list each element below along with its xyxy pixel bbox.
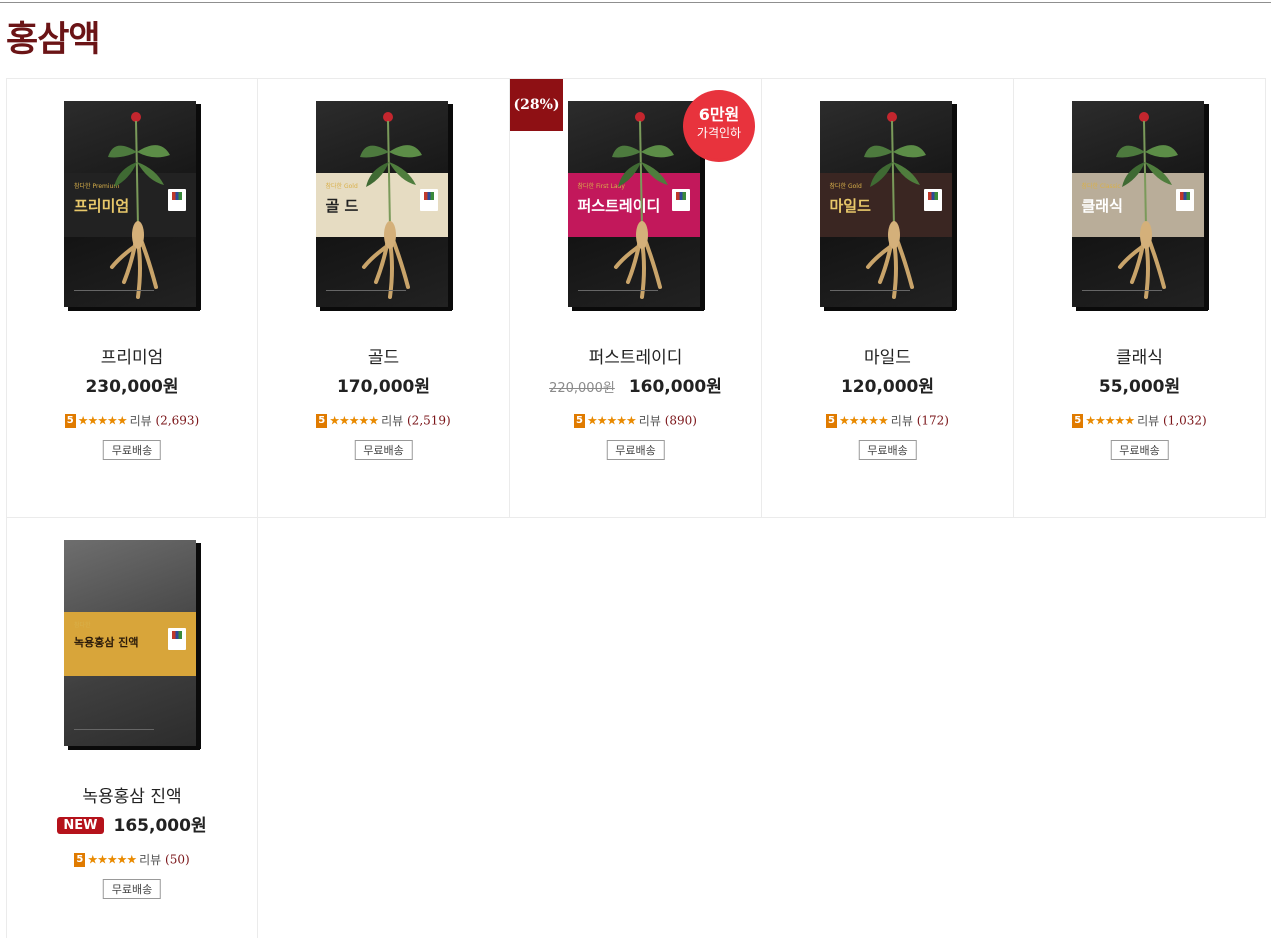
free-shipping-tag: 무료배송	[354, 440, 413, 460]
product-box-label: 녹용홍삼 진액	[74, 636, 139, 649]
review-count[interactable]: (2,519)	[407, 414, 451, 428]
star-rating-icon: ★★★★★	[329, 413, 379, 428]
rating-score-badge: 5	[1072, 413, 1084, 428]
free-shipping-tag: 무료배송	[858, 440, 917, 460]
product-image[interactable]: 참다한 Gold 마일드	[819, 101, 957, 311]
sale-price: 160,000원	[628, 377, 722, 397]
rating-score-badge: 5	[316, 413, 328, 428]
product-box: 참다한 First Lady 퍼스트레이디	[567, 101, 705, 310]
product-name[interactable]: 퍼스트레이디	[510, 343, 761, 368]
discount-tag: (28%)	[510, 79, 563, 131]
product-box-brand: 참다한 Gold	[325, 183, 358, 190]
product-name[interactable]: 녹용홍삼 진액	[7, 782, 257, 807]
price-cut-label: 가격인하	[696, 126, 742, 140]
sale-price: 230,000원	[85, 377, 179, 397]
brand-logo-icon	[1175, 189, 1194, 211]
rating-score-badge: 5	[64, 413, 76, 428]
brand-logo-icon	[419, 189, 438, 211]
star-rating-icon: ★★★★★	[587, 413, 637, 428]
product-box-footer	[74, 290, 154, 297]
product-box-brand: 참다한	[74, 622, 91, 629]
price-row: 230,000원	[7, 372, 257, 397]
rating-score-badge: 5	[826, 413, 837, 428]
product-card[interactable]: 참다한 Premium 프리미엄프리미엄 230,000원 5 ★★★★★ 리뷰 (2,6…	[6, 78, 258, 518]
sale-price: 165,000원	[113, 816, 207, 836]
review-count[interactable]: (172)	[917, 414, 949, 428]
product-box-footer	[577, 290, 658, 297]
brand-logo-icon	[168, 628, 186, 650]
rating-score-badge: 5	[74, 852, 86, 867]
review-count[interactable]: (2,693)	[156, 414, 200, 428]
original-price: 220,000원	[549, 381, 615, 396]
brand-logo-icon	[671, 189, 690, 211]
star-rating-icon: ★★★★★	[1085, 413, 1135, 428]
product-name[interactable]: 클래식	[1014, 343, 1265, 368]
product-image[interactable]: 참다한 Premium 프리미엄	[64, 101, 201, 311]
product-card[interactable]: 참다한 녹용홍삼 진액 녹용홍삼 진액 NEW 165,000원 5 ★★★★★ 리뷰 (50…	[6, 518, 258, 938]
product-card[interactable]: 참다한 Gold 골 드골드 170,000원 5 ★★★★★ 리뷰 (2,519) 무료배…	[258, 78, 510, 518]
product-box-footer	[74, 729, 154, 736]
free-shipping-tag: 무료배송	[102, 440, 162, 460]
sale-price: 55,000원	[1098, 377, 1181, 397]
brand-logo-icon	[168, 189, 186, 211]
rating-row: 5 ★★★★★ 리뷰 (1,032)	[1014, 412, 1265, 429]
rating-row: 5 ★★★★★ 리뷰 (890)	[510, 412, 761, 429]
product-box: 참다한 Premium 프리미엄	[64, 101, 201, 310]
product-box: 참다한녹용홍삼 진액	[64, 540, 201, 749]
review-label: 리뷰	[638, 414, 661, 428]
product-card[interactable]: 참다한 Classic 클래식클래식 55,000원 5 ★★★★★ 리뷰 (1,032)…	[1014, 78, 1266, 518]
brand-logo-icon	[923, 189, 942, 211]
product-image[interactable]: 참다한 First Lady 퍼스트레이디	[567, 101, 705, 311]
top-divider	[0, 2, 1271, 3]
product-card[interactable]: 참다한 Gold 마일드 마일드 120,000원 5 ★★★★★ 리뷰 (172) 무료배송	[762, 78, 1014, 518]
product-box: 참다한 Gold 마일드	[819, 101, 957, 310]
product-box-brand: 참다한 Gold	[829, 183, 862, 190]
rating-row: 5 ★★★★★ 리뷰 (2,693)	[7, 412, 257, 429]
sale-price: 120,000원	[840, 377, 935, 397]
price-row: 220,000원 160,000원	[510, 372, 761, 397]
product-box: 참다한 Classic 클래식	[1071, 101, 1209, 310]
free-shipping-tag: 무료배송	[102, 879, 162, 899]
review-label: 리뷰	[381, 414, 404, 428]
review-label: 리뷰	[139, 853, 162, 867]
product-image[interactable]: 참다한 Classic 클래식	[1071, 101, 1209, 311]
star-rating-icon: ★★★★★	[839, 413, 889, 428]
product-box: 참다한 Gold 골 드	[315, 101, 453, 310]
rating-row: 5 ★★★★★ 리뷰 (50)	[7, 851, 257, 868]
review-count[interactable]: (50)	[165, 853, 190, 867]
rating-row: 5 ★★★★★ 리뷰 (2,519)	[258, 412, 509, 429]
price-row: NEW 165,000원	[7, 811, 257, 836]
product-name[interactable]: 마일드	[762, 343, 1013, 368]
star-rating-icon: ★★★★★	[87, 852, 137, 867]
price-row: 120,000원	[762, 372, 1013, 397]
product-image[interactable]: 참다한녹용홍삼 진액	[64, 540, 201, 750]
rating-score-badge: 5	[574, 413, 585, 428]
product-box-footer	[325, 290, 406, 297]
product-name[interactable]: 프리미엄	[7, 343, 257, 368]
price-cut-badge: 6만원가격인하	[686, 93, 752, 159]
product-name[interactable]: 골드	[258, 343, 509, 368]
page-title: 홍삼액	[6, 19, 101, 60]
product-box-footer	[1081, 290, 1162, 297]
sale-price: 170,000원	[336, 377, 431, 397]
review-label: 리뷰	[129, 414, 152, 428]
star-rating-icon: ★★★★★	[77, 413, 128, 428]
price-row: 55,000원	[1014, 372, 1265, 397]
product-box-label: 골 드	[325, 197, 359, 215]
price-row: 170,000원	[258, 372, 509, 397]
review-count[interactable]: (890)	[665, 414, 697, 428]
review-label: 리뷰	[1137, 414, 1160, 428]
price-cut-amount: 6만원	[698, 105, 740, 124]
product-box-footer	[829, 290, 910, 297]
rating-row: 5 ★★★★★ 리뷰 (172)	[762, 412, 1013, 429]
product-image[interactable]: 참다한 Gold 골 드	[315, 101, 453, 311]
product-card[interactable]: 참다한 First Lady 퍼스트레이디 (28%) 6만원가격인하퍼스트레이디 22…	[510, 78, 762, 518]
free-shipping-tag: 무료배송	[606, 440, 665, 460]
review-label: 리뷰	[890, 414, 913, 428]
new-badge: NEW	[57, 817, 104, 834]
review-count[interactable]: (1,032)	[1163, 414, 1207, 428]
free-shipping-tag: 무료배송	[1110, 440, 1169, 460]
